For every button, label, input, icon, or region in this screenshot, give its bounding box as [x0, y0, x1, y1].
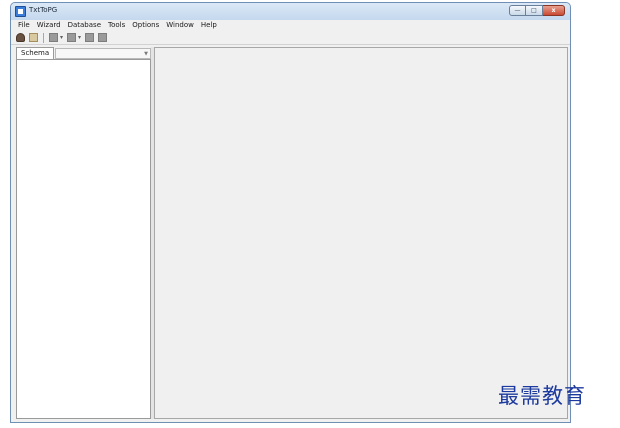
- document-icon[interactable]: [29, 33, 38, 42]
- table-icon[interactable]: [67, 33, 77, 42]
- workspace-area[interactable]: [154, 47, 568, 419]
- title-bar[interactable]: TxtToPG — □ x: [11, 3, 570, 20]
- menu-help[interactable]: Help: [201, 20, 217, 31]
- minimize-button[interactable]: —: [509, 5, 526, 16]
- close-icon: x: [551, 6, 556, 14]
- query-icon[interactable]: [85, 33, 95, 42]
- application-window: TxtToPG — □ x File Wizard Database Tools…: [10, 2, 571, 423]
- schema-dropdown[interactable]: ▼: [55, 48, 151, 59]
- export-icon[interactable]: [98, 33, 108, 42]
- schema-panel: Schema ▼: [16, 47, 151, 419]
- menu-window[interactable]: Window: [166, 20, 194, 31]
- schema-panel-header: Schema ▼: [16, 47, 151, 59]
- chevron-down-icon[interactable]: ▾: [78, 34, 81, 41]
- connect-user-icon[interactable]: [16, 33, 25, 42]
- window-controls: — □ x: [509, 5, 565, 16]
- client-area: Schema ▼: [11, 45, 570, 422]
- menu-options[interactable]: Options: [132, 20, 159, 31]
- schema-tree[interactable]: [16, 59, 151, 419]
- menu-bar: File Wizard Database Tools Options Windo…: [11, 20, 570, 31]
- maximize-button[interactable]: □: [526, 5, 543, 16]
- window-title: TxtToPG: [29, 6, 58, 14]
- minimize-icon: —: [514, 6, 521, 14]
- maximize-icon: □: [531, 6, 537, 14]
- menu-database[interactable]: Database: [68, 20, 101, 31]
- toolbar-separator: [43, 32, 44, 43]
- menu-tools[interactable]: Tools: [108, 20, 125, 31]
- app-icon[interactable]: [15, 6, 26, 17]
- toolbar: ▾ ▾: [11, 31, 570, 45]
- chevron-down-icon[interactable]: ▼: [144, 50, 148, 58]
- menu-file[interactable]: File: [18, 20, 30, 31]
- watermark-text: 最需教育: [498, 384, 586, 408]
- menu-wizard[interactable]: Wizard: [37, 20, 61, 31]
- chevron-down-icon[interactable]: ▾: [60, 34, 63, 41]
- grid-icon[interactable]: [49, 33, 58, 42]
- tab-schema[interactable]: Schema: [16, 47, 55, 59]
- close-button[interactable]: x: [543, 5, 565, 16]
